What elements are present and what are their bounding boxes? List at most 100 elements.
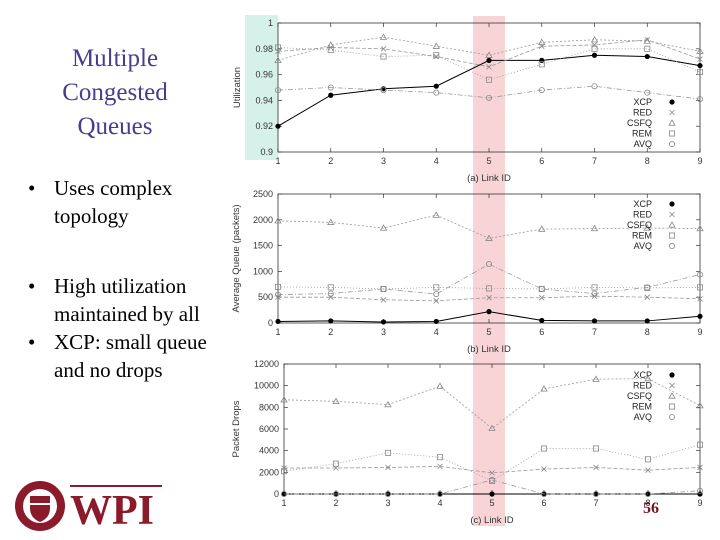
marker-xcp [669, 201, 675, 207]
marker-xcp [539, 317, 545, 324]
y-axis-label: Utilization [232, 67, 243, 108]
legend-label-rem: REM [632, 402, 652, 412]
legend-label-avq: AVQ [634, 241, 652, 251]
x-tick-label: 9 [697, 498, 702, 508]
marker-csfq [436, 382, 444, 389]
marker-csfq [668, 119, 676, 126]
x-tick-label: 1 [275, 327, 280, 337]
y-tick-label: 0.92 [255, 121, 273, 131]
x-tick-label: 2 [333, 498, 338, 508]
marker-avq [433, 291, 440, 298]
x-tick-label: 4 [434, 156, 439, 166]
y-tick-label: 0.94 [255, 95, 273, 105]
x-tick-label: 2 [328, 327, 333, 337]
y-tick-label: 12000 [254, 359, 279, 369]
x-axis-label: (b) Link ID [467, 344, 511, 355]
marker-rem [644, 45, 651, 52]
marker-xcp [486, 309, 492, 315]
y-tick-label: 1000 [253, 266, 273, 276]
x-tick-label: 2 [328, 156, 333, 166]
marker-xcp [644, 53, 650, 60]
y-tick-label: 500 [258, 292, 273, 302]
legend-label-avq: AVQ [634, 139, 652, 149]
x-tick-label: 6 [539, 327, 544, 337]
y-tick-label: 0.9 [260, 147, 273, 157]
x-tick-label: 8 [645, 156, 650, 166]
y-tick-label: 0 [274, 489, 279, 499]
marker-red [669, 109, 675, 116]
marker-csfq [668, 392, 676, 399]
marker-rem [669, 403, 676, 410]
marker-xcp [669, 372, 675, 378]
legend-label-csfq: CSFQ [627, 391, 652, 401]
x-tick-label: 9 [697, 156, 702, 166]
y-tick-label: 6000 [259, 424, 279, 434]
marker-xcp [697, 62, 703, 69]
x-tick-label: 1 [275, 156, 280, 166]
highlight-band-link-5 [473, 16, 505, 526]
legend-label-avq: AVQ [634, 412, 652, 422]
marker-xcp [433, 318, 439, 325]
y-tick-label: 2000 [253, 215, 273, 225]
legend-label-xcp: XCP [633, 97, 652, 107]
x-tick-label: 6 [539, 156, 544, 166]
marker-xcp [328, 318, 334, 324]
marker-csfq [668, 221, 676, 228]
y-tick-label: 4000 [259, 446, 279, 456]
x-tick-label: 5 [486, 156, 491, 166]
marker-rem [669, 130, 676, 137]
y-tick-label: 2000 [259, 467, 279, 477]
y-tick-label: 8000 [259, 402, 279, 412]
marker-xcp [591, 318, 598, 324]
marker-xcp [486, 57, 492, 64]
y-axis-label: Average Queue (packets) [231, 204, 242, 312]
marker-xcp [275, 123, 281, 129]
x-tick-label: 4 [434, 327, 439, 337]
marker-xcp [380, 319, 387, 325]
marker-red [669, 382, 675, 389]
marker-avq [669, 242, 676, 249]
charts-canvas: 0.90.920.940.960.9811 2 3 4 5 6 7 8 9(a) Link ID… [231, 15, 704, 526]
axis-label-highlight [245, 15, 278, 160]
legend-label-red: RED [633, 210, 653, 220]
chart-a: 0.9 0.92 0.94 0.96 0.98 1 1 2 3 4 5 6 7 8 9 (a) Link ID… [232, 18, 704, 184]
y-tick-label: 0 [268, 318, 273, 328]
x-tick-label: 7 [593, 498, 598, 508]
x-tick-label: 3 [385, 498, 390, 508]
page-number: 56 [643, 500, 659, 517]
marker-csfq [590, 35, 599, 43]
x-tick-label: 4 [437, 498, 442, 508]
x-tick-label: 7 [592, 327, 597, 337]
legend-label-red: RED [633, 381, 653, 391]
marker-rem [669, 232, 676, 239]
y-tick-label: 10000 [254, 381, 279, 391]
marker-avq [669, 140, 676, 147]
legend-label-red: RED [633, 108, 653, 118]
chart-c: 0200040006000800010000120001 2 3 4 5 6 7 8 9(c) … [231, 359, 704, 526]
chart-b: 0 500 1000 1500 2000 2500 1 2 3 4 5 6 7 8 9 (b) Link ID… [231, 189, 704, 355]
y-tick-label: 2500 [253, 189, 273, 199]
x-axis-label: (c) Link ID [470, 515, 513, 526]
marker-xcp [328, 92, 334, 98]
y-tick-label: 0.98 [255, 44, 273, 54]
x-tick-label: 5 [486, 327, 491, 337]
legend-label-csfq: CSFQ [627, 220, 652, 230]
marker-xcp [489, 491, 495, 497]
y-tick-label: 1 [268, 18, 273, 28]
marker-xcp [539, 57, 545, 64]
legend-label-rem: REM [632, 231, 652, 241]
x-axis-label: (a) Link ID [467, 173, 511, 184]
marker-xcp [669, 99, 675, 105]
marker-xcp [275, 318, 281, 325]
marker-avq [669, 413, 676, 420]
x-tick-label: 1 [281, 498, 286, 508]
x-tick-label: 7 [592, 156, 597, 166]
marker-xcp [644, 318, 650, 324]
legend-label-rem: REM [632, 129, 652, 139]
x-tick-label: 3 [381, 327, 386, 337]
marker-xcp [697, 313, 703, 319]
x-tick-label: 3 [381, 156, 386, 166]
marker-xcp [591, 52, 598, 58]
marker-red [669, 211, 675, 218]
x-tick-label: 8 [645, 327, 650, 337]
